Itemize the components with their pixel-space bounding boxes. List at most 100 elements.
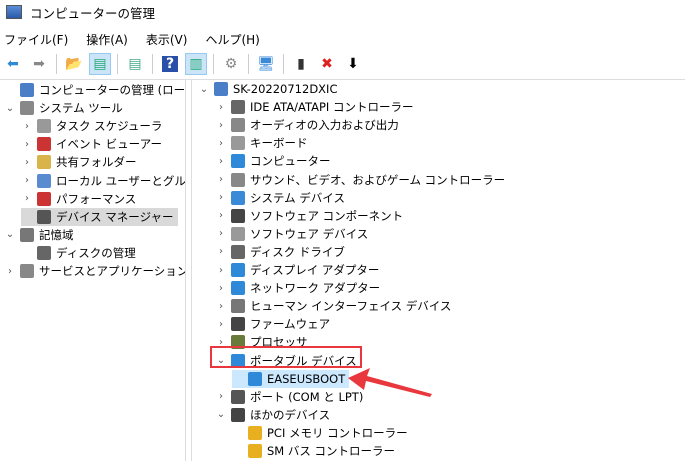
up-folder-button[interactable]: 📂 xyxy=(63,53,85,75)
tree-item[interactable]: › パフォーマンス xyxy=(21,190,136,208)
expand-chevron-icon[interactable]: › xyxy=(21,139,33,150)
tree-item[interactable]: › キーボード xyxy=(215,134,308,152)
expand-chevron-icon[interactable]: › xyxy=(21,175,33,186)
expand-chevron-icon[interactable]: › xyxy=(215,192,227,203)
tree-item[interactable]: › ヒューマン インターフェイス デバイス xyxy=(215,297,451,315)
menu-item[interactable]: ファイル(F) xyxy=(4,31,68,48)
device-category-icon xyxy=(231,118,245,133)
enable-device-button[interactable]: ▮ xyxy=(290,53,312,75)
tree-item[interactable]: ⌄ SK-20220712DXIC xyxy=(198,80,337,98)
collapse-chevron-icon[interactable]: ⌄ xyxy=(198,84,210,95)
tree-item[interactable]: ⌄ システム ツール xyxy=(4,99,123,117)
download-icon: ⬇ xyxy=(347,56,359,72)
expand-chevron-icon[interactable]: › xyxy=(21,121,33,132)
toolbar-separator xyxy=(117,54,118,74)
back-arrow-button[interactable]: ⬅ xyxy=(2,53,24,75)
toolbar-separator xyxy=(152,54,153,74)
tree-item[interactable]: デバイス マネージャー xyxy=(21,207,178,226)
device-category-icon xyxy=(248,425,262,440)
menu-item[interactable]: ヘルプ(H) xyxy=(205,31,259,48)
tree-item[interactable]: › ソフトウェア デバイス xyxy=(215,225,368,243)
update-driver-button[interactable]: ⚙ xyxy=(220,53,242,75)
console-tree-pane: コンピューターの管理 (ローカル) ⌄ システム ツール › タスク スケジューラ › イベ… xyxy=(0,80,186,461)
uninstall-button[interactable]: ✖ xyxy=(316,53,338,75)
device-category-icon xyxy=(37,191,51,206)
expand-chevron-icon[interactable]: › xyxy=(215,156,227,167)
device-category-icon xyxy=(231,317,245,332)
expand-chevron-icon[interactable]: › xyxy=(215,120,227,131)
menu-item[interactable]: 表示(V) xyxy=(146,31,188,48)
toolbar-separator xyxy=(248,54,249,74)
tree-item[interactable]: › イベント ビューアー xyxy=(21,135,162,153)
device-category-icon xyxy=(231,100,245,115)
tree-item[interactable]: コンピューターの管理 (ローカル) xyxy=(4,81,185,99)
tree-item-label: ディスク ドライブ xyxy=(250,244,345,259)
collapse-chevron-icon[interactable]: ⌄ xyxy=(4,103,16,114)
expand-chevron-icon[interactable]: › xyxy=(215,246,227,257)
toolbar: ⬅ ➡ 📂 ▤ ▤? ▥ ⚙ 🖥 ▮ ✖ ⬇ xyxy=(0,51,685,77)
device-category-icon xyxy=(231,281,245,296)
device-category-icon xyxy=(248,371,262,386)
tree-item-label: パフォーマンス xyxy=(56,191,137,206)
up-folder-icon: 📂 xyxy=(65,56,83,72)
forward-arrow-button[interactable]: ➡ xyxy=(28,53,50,75)
enable-device-icon: ▮ xyxy=(297,56,305,72)
expand-chevron-icon[interactable]: › xyxy=(215,265,227,276)
tree-item[interactable]: › ネットワーク アダプター xyxy=(215,279,380,297)
tree-item[interactable]: EASEUSBOOT xyxy=(232,369,350,388)
action-pane-button[interactable]: ▥ xyxy=(185,53,207,75)
tree-item[interactable]: SM バス コントローラー xyxy=(232,442,395,460)
device-category-icon xyxy=(231,154,245,169)
tree-item-label: 共有フォルダー xyxy=(56,155,137,170)
tree-item[interactable]: PCI メモリ コントローラー xyxy=(232,424,408,442)
tree-item-label: デバイス マネージャー xyxy=(56,209,174,224)
expand-chevron-icon[interactable]: › xyxy=(215,210,227,221)
tree-item-label: ヒューマン インターフェイス デバイス xyxy=(250,299,452,314)
expand-chevron-icon[interactable]: › xyxy=(215,228,227,239)
tree-item[interactable]: › IDE ATA/ATAPI コントローラー xyxy=(215,98,413,116)
toolbar-separator xyxy=(213,54,214,74)
tree-item[interactable]: › システム デバイス xyxy=(215,189,345,207)
tree-item[interactable]: › タスク スケジューラ xyxy=(21,117,162,135)
expand-chevron-icon[interactable]: › xyxy=(215,102,227,113)
tree-item[interactable]: › 共有フォルダー xyxy=(21,153,137,171)
expand-chevron-icon[interactable]: › xyxy=(215,301,227,312)
expand-chevron-icon[interactable]: › xyxy=(21,193,33,204)
tree-item[interactable]: › ディスク ドライブ xyxy=(215,243,345,261)
device-category-icon xyxy=(37,209,51,224)
tree-item[interactable]: › ファームウェア xyxy=(215,315,330,333)
expand-chevron-icon[interactable]: › xyxy=(215,174,227,185)
tree-item[interactable]: ⌄ ほかのデバイス xyxy=(215,406,330,424)
properties-button[interactable]: ▤ xyxy=(124,53,146,75)
expand-chevron-icon[interactable]: › xyxy=(215,138,227,149)
expand-chevron-icon[interactable]: › xyxy=(21,157,33,168)
expand-chevron-icon[interactable]: › xyxy=(215,319,227,330)
tree-item[interactable]: › サウンド、ビデオ、およびゲーム コントローラー xyxy=(215,171,505,189)
tree-item[interactable]: › コンピューター xyxy=(215,152,331,170)
tree-item[interactable]: › オーディオの入力および出力 xyxy=(215,116,399,134)
expand-chevron-icon[interactable]: › xyxy=(4,266,16,277)
toolbar-separator xyxy=(283,54,284,74)
tree-item[interactable]: ⌄ 記憶域 xyxy=(4,226,74,244)
tree-item[interactable]: › ローカル ユーザーとグループ xyxy=(21,172,185,190)
show-hide-tree-button[interactable]: ▤ xyxy=(89,53,111,75)
tree-item[interactable]: › ソフトウェア コンポーネント xyxy=(215,207,403,225)
tree-item-label: システム ツール xyxy=(39,101,123,116)
tree-item[interactable]: › サービスとアプリケーション xyxy=(4,262,185,280)
collapse-chevron-icon[interactable]: ⌄ xyxy=(215,409,227,420)
tree-item-label: ソフトウェア コンポーネント xyxy=(250,208,404,223)
tree-item-label: キーボード xyxy=(250,136,308,151)
menu-item[interactable]: 操作(A) xyxy=(86,31,128,48)
tree-item-label: サウンド、ビデオ、およびゲーム コントローラー xyxy=(250,172,506,187)
device-category-icon xyxy=(231,244,245,259)
expand-chevron-icon[interactable]: › xyxy=(215,391,227,402)
help-icon: ? xyxy=(161,56,179,72)
tree-item-label: オーディオの入力および出力 xyxy=(250,118,399,133)
tree-item[interactable]: › ディスプレイ アダプター xyxy=(215,261,379,279)
scan-hardware-button[interactable]: 🖥 xyxy=(255,53,277,75)
help-button[interactable]: ? xyxy=(159,53,181,75)
collapse-chevron-icon[interactable]: ⌄ xyxy=(4,229,16,240)
download-button[interactable]: ⬇ xyxy=(342,53,364,75)
tree-item[interactable]: ディスクの管理 xyxy=(21,244,136,262)
expand-chevron-icon[interactable]: › xyxy=(215,283,227,294)
